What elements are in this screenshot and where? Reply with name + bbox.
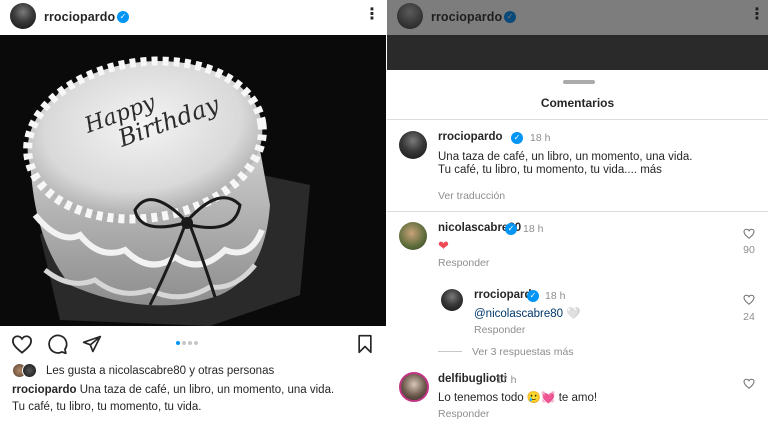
reply-button[interactable]: Responder [474,324,525,336]
replies-rule [438,351,462,352]
avatar [397,3,423,29]
sheet-title: Comentarios [540,96,615,110]
comment-like-icon[interactable] [743,378,755,389]
comment-time: 18 h [530,132,551,144]
comments-panel: rrociopardo ✓ ⋮ Comentarios rrociopardo … [387,0,768,428]
pager-dot [188,341,192,345]
dimmed-username: rrociopardo [431,10,503,24]
avatar[interactable] [399,222,427,250]
comment-text: Lo tenemos todo 🥲💓 te amo! [438,392,598,404]
more-vertical-icon: ⋮ [749,6,765,23]
post-caption: rrociopardo Una taza de café, un libro, … [12,384,378,396]
post-photo[interactable]: Happy Birthday [0,35,386,326]
post-header: rrociopardo ✓ ⋮ [0,0,386,34]
cake-image: Happy Birthday [0,35,386,326]
avatar[interactable] [399,372,429,402]
comment-line1: Una taza de café, un libro, un momento, … [438,151,693,163]
divider [387,119,768,120]
caption-line1: Una taza de café, un libro, un momento, … [76,384,335,396]
bookmark-icon[interactable] [356,334,374,354]
caption-username[interactable]: rrociopardo [12,384,77,396]
post-panel: rrociopardo ✓ ⋮ Happy Birthday Les gusta… [0,0,386,428]
liker-avatar [22,363,37,378]
pager-dot [194,341,198,345]
translate-link[interactable]: Ver traducción [438,190,505,202]
comment-username[interactable]: rrociopardo [438,131,503,143]
avatar[interactable] [10,3,36,29]
reply-button[interactable]: Responder [438,257,489,269]
comment-text[interactable]: @nicolascabre80 🤍 [474,306,581,320]
view-replies-button[interactable]: Ver 3 respuestas más [472,346,574,358]
share-icon[interactable] [82,334,102,354]
verified-icon: ✓ [504,11,516,23]
pager-dot [182,341,186,345]
verified-icon: ✓ [511,132,523,144]
comment-icon[interactable] [47,334,68,355]
comment-like-icon[interactable] [743,294,755,305]
divider [387,211,768,212]
heart-icon[interactable] [11,334,33,354]
comment-time: 18 h [523,223,544,235]
comment-like-count: 90 [743,244,755,256]
post-username[interactable]: rrociopardo [44,10,115,24]
avatar[interactable] [399,131,427,159]
avatar[interactable] [441,289,463,311]
drag-handle[interactable] [563,80,595,84]
comment-time: 17 h [496,374,517,386]
dimmed-photo [387,35,768,70]
likes-text: Les gusta a nicolascabre80 y otras perso… [46,365,275,377]
comment-time: 18 h [545,290,566,302]
more-vertical-icon[interactable]: ⋮ [364,7,380,23]
comment-like-count: 24 [743,311,755,323]
comment-line2[interactable]: Tu café, tu libro, tu momento, tu vida..… [438,164,662,176]
pager-dot [176,341,180,345]
comment-like-icon[interactable] [743,228,755,239]
reply-button[interactable]: Responder [438,408,489,420]
verified-icon: ✓ [117,11,129,23]
verified-icon: ✓ [527,290,539,302]
verified-icon: ✓ [505,223,517,235]
comment-text: ❤ [438,238,449,253]
dimmed-post-header: rrociopardo ✓ ⋮ [387,0,768,70]
caption-line2: Tu café, tu libro, tu momento, tu vida. [12,401,202,413]
